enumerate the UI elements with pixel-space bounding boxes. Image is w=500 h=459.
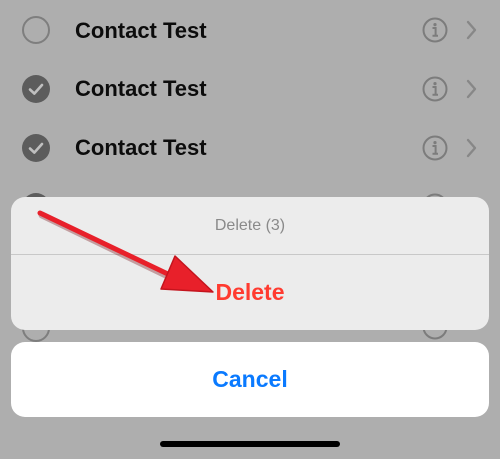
home-indicator[interactable] [160,441,340,447]
cancel-button[interactable]: Cancel [11,342,489,417]
delete-action-sheet: Delete (3) Delete [11,197,489,330]
delete-button[interactable]: Delete [11,255,489,330]
action-sheet-title: Delete (3) [214,217,286,234]
